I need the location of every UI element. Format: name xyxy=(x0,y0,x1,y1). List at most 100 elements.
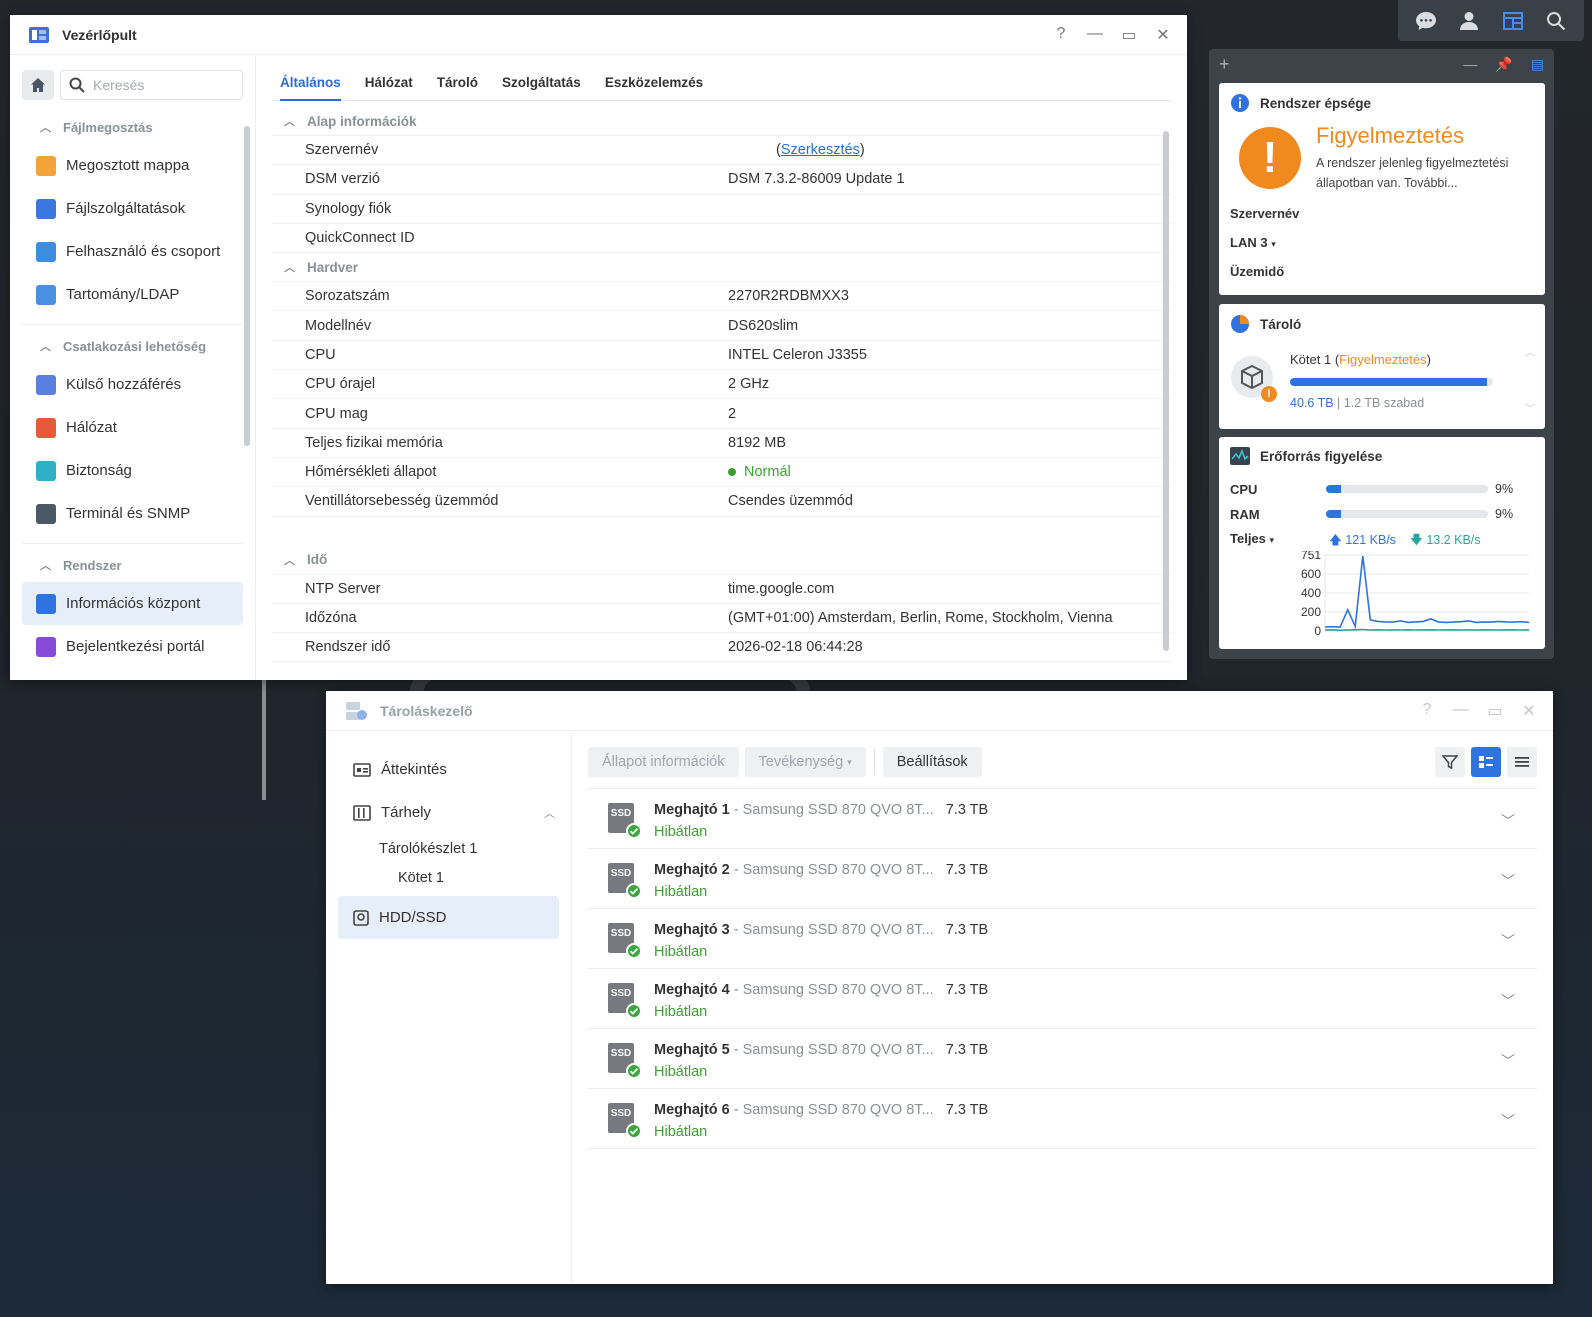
y-tick-label: 751 xyxy=(1301,551,1321,562)
scroll-down-icon[interactable]: ﹀ xyxy=(1525,400,1535,415)
monitor-icon xyxy=(1230,447,1250,465)
group-header[interactable]: ︿ Hardver xyxy=(272,253,1171,283)
expand-chevron-icon[interactable]: ﹀ xyxy=(1501,871,1515,891)
health-description[interactable]: A rendszer jelenleg figyelmeztetési álla… xyxy=(1316,153,1541,193)
window-title: Tároláskezelő xyxy=(380,702,473,719)
sidebar-item[interactable]: Terminál és SNMP xyxy=(10,492,255,535)
drive-row[interactable]: SSD Meghajtó 5 - Samsung SSD 870 QVO 8T..… xyxy=(588,1029,1537,1089)
help-button[interactable]: ? xyxy=(1419,701,1435,721)
expand-chevron-icon[interactable]: ﹀ xyxy=(1501,991,1515,1011)
network-dropdown[interactable]: Teljes ▾ xyxy=(1230,531,1274,546)
sidebar-scrollbar[interactable] xyxy=(244,126,250,446)
tab[interactable]: Tároló xyxy=(437,56,478,101)
settings-button[interactable]: Beállítások xyxy=(882,747,982,777)
widgets-icon[interactable] xyxy=(1501,9,1525,33)
maximize-button[interactable]: ▭ xyxy=(1487,701,1503,721)
close-button[interactable]: ✕ xyxy=(1521,701,1537,721)
y-tick-label: 200 xyxy=(1301,605,1321,619)
add-widget-button[interactable]: + xyxy=(1219,54,1230,75)
minimize-button[interactable]: — xyxy=(1453,701,1469,721)
status-info-button[interactable]: Állapot információk xyxy=(588,747,739,777)
card-view-button[interactable] xyxy=(1471,747,1501,777)
collapse-chevron-icon: ︿ xyxy=(40,560,51,572)
health-status: Figyelmeztetés xyxy=(1316,123,1464,148)
drive-status: Hibátlan xyxy=(654,1124,708,1140)
group-header[interactable]: ︿ Idő xyxy=(272,546,1171,575)
edit-link[interactable]: (Szerkesztés) xyxy=(728,142,1171,158)
tab[interactable]: Eszközelemzés xyxy=(605,56,703,101)
list-view-button[interactable] xyxy=(1507,747,1537,777)
sidebar-item-label: Tartomány/LDAP xyxy=(66,286,180,303)
drive-row[interactable]: SSD Meghajtó 1 - Samsung SSD 870 QVO 8T..… xyxy=(588,789,1537,849)
minimize-button[interactable]: — xyxy=(1087,25,1103,45)
help-button[interactable]: ? xyxy=(1053,25,1069,45)
sidebar-item[interactable]: Tartomány/LDAP xyxy=(10,273,255,316)
expand-chevron-icon[interactable]: ﹀ xyxy=(1501,811,1515,831)
volume-line[interactable]: Kötet 1 (Figyelmeztetés) xyxy=(1290,352,1431,367)
sidebar-section-header[interactable]: ︿ Rendszer xyxy=(10,548,255,582)
sidebar-item-hdd-ssd[interactable]: HDD/SSD xyxy=(338,896,559,939)
expand-chevron-icon[interactable]: ﹀ xyxy=(1501,1051,1515,1071)
group-header[interactable]: ︿ Alap információk xyxy=(272,107,1171,136)
sidebar-item-label: Felhasználó és csoport xyxy=(66,243,221,260)
minimize-widgets-button[interactable]: — xyxy=(1463,56,1477,73)
drive-model: - Samsung SSD 870 QVO 8T... xyxy=(729,1102,934,1118)
drive-row[interactable]: SSD Meghajtó 6 - Samsung SSD 870 QVO 8T..… xyxy=(588,1089,1537,1149)
action-dropdown[interactable]: Tevékenység ▾ xyxy=(744,747,866,777)
search-input[interactable] xyxy=(93,77,213,93)
tab[interactable]: Hálózat xyxy=(365,56,413,101)
search-box[interactable] xyxy=(60,70,243,100)
expand-chevron-icon[interactable]: ﹀ xyxy=(1501,1111,1515,1131)
search-icon[interactable] xyxy=(1544,9,1568,33)
sidebar-item-overview[interactable]: Áttekintés xyxy=(326,748,571,791)
sidebar-item-label: Megosztott mappa xyxy=(66,157,190,174)
sidebar-item[interactable]: Bejelentkezési portál xyxy=(10,625,255,668)
sidebar-item-volume[interactable]: Kötet 1 xyxy=(326,863,571,892)
user-icon[interactable] xyxy=(1457,9,1481,33)
sidebar-item[interactable]: Biztonság xyxy=(10,449,255,492)
storage-manager-titlebar[interactable]: Tároláskezelő ? — ▭ ✕ xyxy=(326,691,1553,731)
drive-size: 7.3 TB xyxy=(945,802,989,818)
sidebar-section-header[interactable]: ︿ Fájlmegosztás xyxy=(10,110,255,144)
control-panel-titlebar[interactable]: Vezérlőpult ? — ▭ ✕ xyxy=(10,15,1187,55)
lan-dropdown[interactable]: LAN 3 ▾ xyxy=(1230,235,1276,250)
chat-icon[interactable] xyxy=(1414,9,1438,33)
drive-row[interactable]: SSD Meghajtó 4 - Samsung SSD 870 QVO 8T..… xyxy=(588,969,1537,1029)
sidebar-item[interactable]: Felhasználó és csoport xyxy=(10,230,255,273)
scroll-up-icon[interactable]: ︿ xyxy=(1525,344,1535,359)
info-key: Hőmérsékleti állapot xyxy=(305,464,437,481)
sidebar-item-icon xyxy=(36,503,56,524)
maximize-button[interactable]: ▭ xyxy=(1121,25,1137,45)
widget-title: Tároló xyxy=(1260,316,1302,332)
filter-button[interactable] xyxy=(1435,747,1465,777)
expand-chevron-icon[interactable]: ﹀ xyxy=(1501,931,1515,951)
sidebar-section-header[interactable]: ︿ Csatlakozási lehetőség xyxy=(10,329,255,363)
home-button[interactable] xyxy=(22,70,54,100)
upload-series-line xyxy=(1324,556,1530,630)
sidebar-item[interactable]: Megosztott mappa xyxy=(10,144,255,187)
main-scrollbar[interactable] xyxy=(1163,131,1169,651)
info-value: 2026-02-18 06:44:28 xyxy=(728,639,863,656)
drive-row[interactable]: SSD Meghajtó 2 - Samsung SSD 870 QVO 8T..… xyxy=(588,849,1537,909)
sidebar-item-icon xyxy=(36,374,56,395)
check-icon xyxy=(626,1123,642,1139)
y-tick-label: 400 xyxy=(1301,586,1321,600)
sidebar-item[interactable]: Fájlszolgáltatások xyxy=(10,187,255,230)
drive-status: Hibátlan xyxy=(654,1004,708,1020)
tab[interactable]: Általános xyxy=(280,56,341,101)
sidebar-item[interactable]: Hálózat xyxy=(10,406,255,449)
info-value: (GMT+01:00) Amsterdam, Berlin, Rome, Sto… xyxy=(728,610,1113,626)
sidebar-item[interactable]: Külső hozzáférés xyxy=(10,363,255,406)
tab[interactable]: Szolgáltatás xyxy=(502,56,581,101)
drive-row[interactable]: SSD Meghajtó 3 - Samsung SSD 870 QVO 8T..… xyxy=(588,909,1537,969)
panel-toggle-icon[interactable]: ▤ xyxy=(1531,56,1544,73)
warning-icon: ! xyxy=(1239,127,1301,189)
drive-name: Meghajtó 6 xyxy=(654,1102,730,1118)
section-divider xyxy=(22,543,243,544)
sidebar-item-pool[interactable]: Tárolókészlet 1 xyxy=(326,834,571,863)
sidebar-item[interactable]: Információs központ xyxy=(22,582,243,625)
close-button[interactable]: ✕ xyxy=(1155,25,1171,45)
pin-icon[interactable]: 📌 xyxy=(1495,56,1512,73)
collapse-chevron-icon[interactable]: ︿ xyxy=(544,805,555,821)
sidebar-item-storage[interactable]: Tárhely ︿ xyxy=(326,791,571,834)
